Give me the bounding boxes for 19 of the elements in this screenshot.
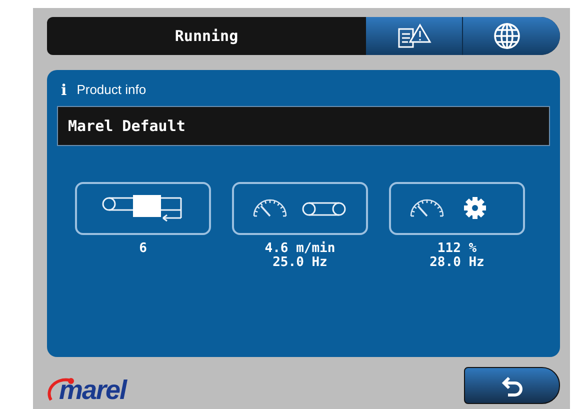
product-name-field[interactable]: Marel Default: [57, 106, 550, 146]
reading-text: 28.0 Hz: [430, 256, 484, 270]
status-text: Running: [174, 26, 238, 47]
brand-logo: marel: [43, 374, 126, 404]
document-warning-icon: [396, 23, 432, 49]
reading-text: 25.0 Hz: [272, 256, 328, 270]
status-tile[interactable]: [389, 182, 525, 235]
panel-title: Product info: [76, 81, 146, 100]
language-button[interactable]: [463, 17, 560, 55]
product-conveyor-icon: [101, 194, 185, 224]
reading-text: 6: [139, 242, 147, 256]
globe-icon: [492, 22, 520, 50]
info-icon: i: [61, 82, 67, 98]
alarm-log-button[interactable]: [366, 17, 463, 55]
back-button[interactable]: [464, 367, 560, 404]
status-tile[interactable]: [232, 182, 368, 235]
status-tile[interactable]: [75, 182, 211, 235]
reading-text: 4.6 m/min: [264, 242, 336, 256]
reading-text: 112 %: [437, 242, 477, 256]
